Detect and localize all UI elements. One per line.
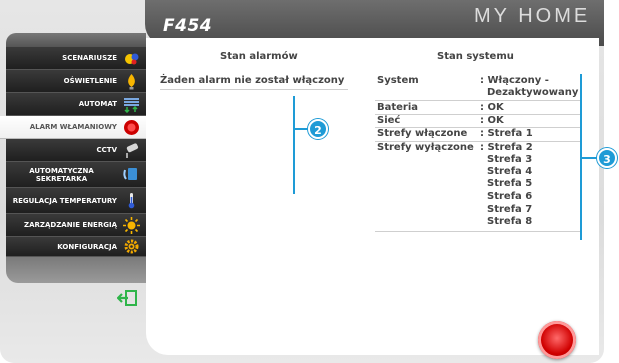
sidebar-item-label: ZARZĄDZANIE ENERGIĄ (24, 221, 117, 229)
sidebar-item-oswietlenie[interactable]: OŚWIETLENIE (6, 70, 146, 93)
callout-2-bracket (293, 96, 295, 194)
system-table-bottom (375, 231, 580, 232)
sidebar-item-label: KONFIGURACJA (57, 242, 117, 251)
sidebar-item-alarm-wlamaniowy[interactable]: ALARM WŁAMANIOWY (0, 116, 146, 139)
callout-3-connector (580, 157, 598, 159)
sidebar-item-label: REGULACJA TEMPERATURY (12, 196, 117, 205)
system-row-divider (375, 114, 580, 115)
alarm-message: Żaden alarm nie został włączony (160, 75, 345, 86)
sidebar-item-cctv[interactable]: CCTV (6, 139, 146, 162)
alarm-status-title: Stan alarmów (220, 51, 298, 62)
callout-3-badge: 3 (597, 148, 617, 168)
callout-2-connector (293, 128, 309, 130)
exit-icon[interactable] (117, 290, 137, 306)
zone-item: Strefa 8 (487, 216, 533, 227)
sidebar: SCENARIUSZE OŚWIETLENIE AUTOMAT ALARM WŁ… (0, 47, 146, 257)
system-row-divider (375, 100, 580, 101)
sidebar-item-scenariusze[interactable]: SCENARIUSZE (6, 47, 146, 70)
zone-item: Strefa 3 (487, 154, 533, 165)
zones-enabled-value: : Strefa 1 (480, 128, 533, 139)
sidebar-item-regulacja-temperatury[interactable]: REGULACJA TEMPERATURY (6, 188, 146, 214)
system-status-title: Stan systemu (437, 51, 514, 62)
screen-frame: F454 MY HOME SCENARIUSZE OŚWIETLENIE AUT… (0, 0, 619, 363)
model-name: F454 (163, 16, 213, 36)
camera-icon (126, 143, 139, 158)
zone-item: Strefa 7 (487, 204, 533, 215)
system-value-continued: Dezaktywowany (487, 87, 579, 98)
callout-2-badge: 2 (308, 119, 328, 139)
system-value: : Włączony - (480, 75, 549, 86)
sidebar-item-konfiguracja[interactable]: KONFIGURACJA (6, 237, 146, 257)
zones-enabled-label: Strefy włączone (377, 128, 468, 139)
sidebar-item-label: OŚWIETLENIE (63, 77, 117, 85)
zone-item: Strefa 5 (487, 178, 533, 189)
sidebar-cap (6, 33, 146, 47)
zones-disabled-value: : Strefa 2 (480, 142, 533, 153)
shutter-icon (124, 98, 139, 113)
sidebar-item-label: ALARM WŁAMANIOWY (29, 123, 117, 131)
battery-value: : OK (480, 102, 504, 113)
light-bulb-icon (128, 74, 135, 90)
sidebar-item-label: SCENARIUSZE (62, 54, 117, 62)
sidebar-item-label: AUTOMAT (78, 100, 117, 108)
alarm-button[interactable] (538, 321, 576, 359)
sidebar-item-label: CCTV (96, 146, 117, 154)
system-label: System (377, 75, 419, 86)
zone-item: Strefa 6 (487, 191, 533, 202)
gear-icon (124, 239, 139, 254)
scenario-icon (125, 53, 139, 65)
brand-logo: MY HOME (474, 5, 591, 27)
sidebar-item-automatyczna-sekretarka[interactable]: AUTOMATYCZNA SEKRETARKA (6, 162, 146, 188)
network-value: : OK (480, 115, 504, 126)
sidebar-item-label: AUTOMATYCZNA SEKRETARKA (29, 166, 94, 183)
zone-item: Strefa 4 (487, 166, 533, 177)
energy-icon (123, 217, 140, 234)
sidebar-item-zarzadzanie-energia[interactable]: ZARZĄDZANIE ENERGIĄ (6, 214, 146, 237)
sidebar-item-automat[interactable]: AUTOMAT (6, 93, 146, 116)
network-label: Sieć (377, 115, 401, 126)
zones-disabled-label: Strefy wyłączone (377, 142, 474, 153)
battery-label: Bateria (377, 102, 419, 113)
alarm-divider (160, 89, 348, 90)
sidebar-footer (6, 257, 146, 283)
thermometer-icon (128, 193, 135, 209)
alarm-icon (124, 120, 139, 135)
answering-machine-icon (123, 168, 137, 180)
